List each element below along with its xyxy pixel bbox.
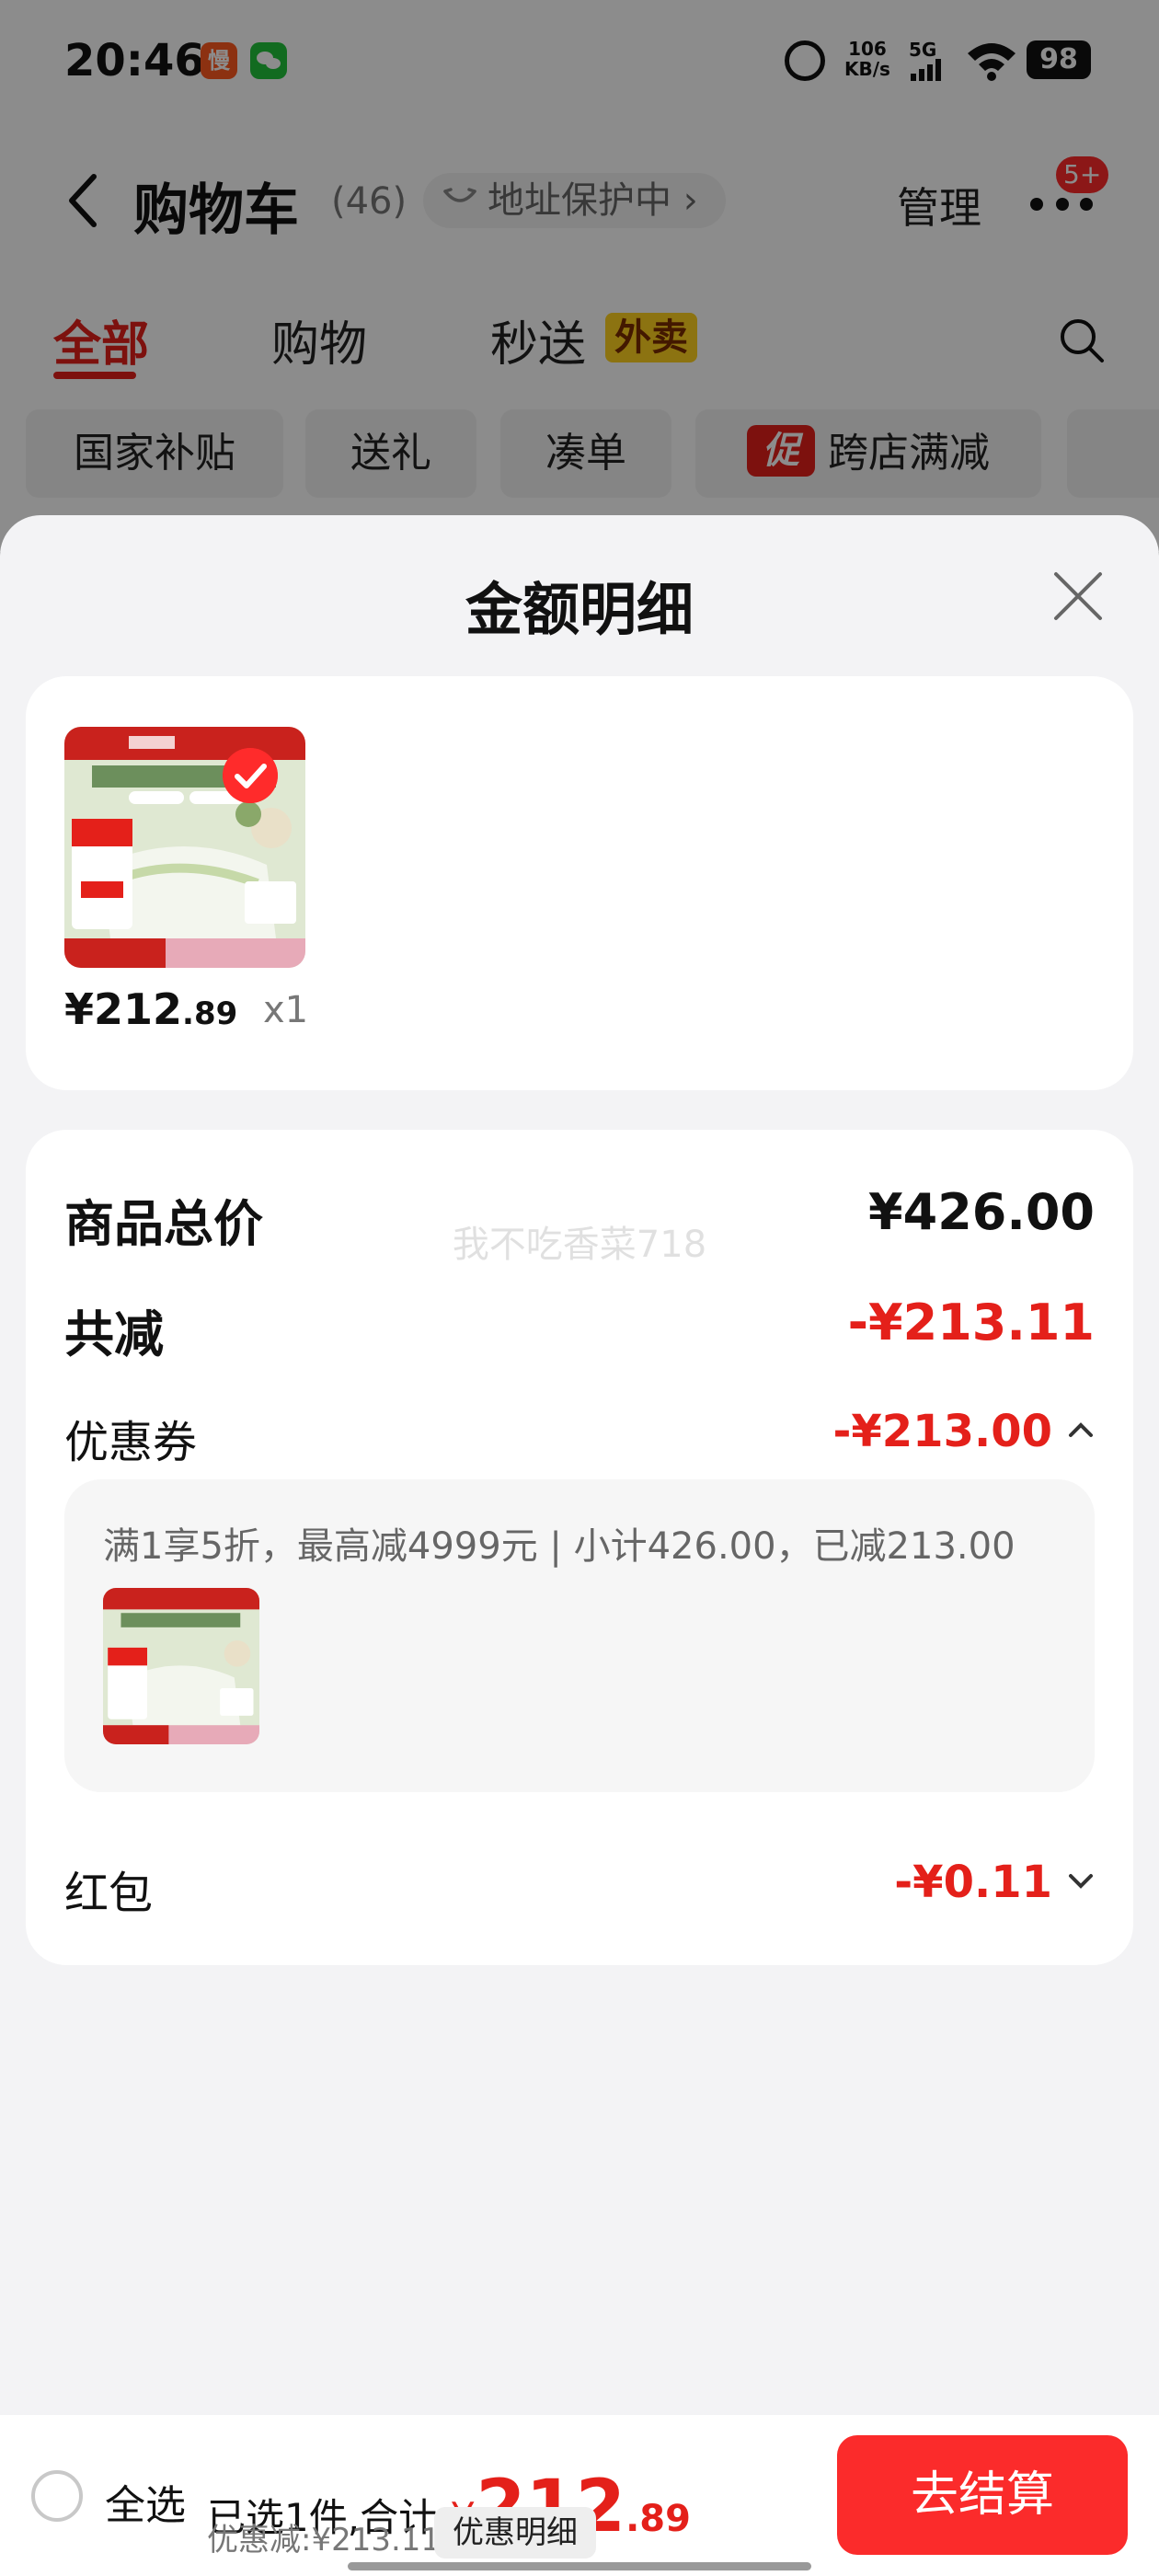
filter-chips: 国家补贴 送礼 凑单 促跨店满减 bbox=[0, 409, 1159, 501]
coupon-detail-box: 满1享5折，最高减4999元 | 小计426.00，已减213.00 bbox=[64, 1479, 1095, 1792]
page-title: 购物车 bbox=[133, 178, 299, 243]
tab-express[interactable]: 秒送 bbox=[490, 305, 586, 374]
coupon-value: -¥213.00 bbox=[832, 1406, 1052, 1457]
address-protection-button[interactable]: 地址保护中 › bbox=[423, 173, 726, 228]
total-price-value: ¥426.00 bbox=[868, 1183, 1095, 1241]
coupon-label: 优惠券 bbox=[64, 1417, 198, 1468]
tab-underline bbox=[53, 372, 136, 379]
battery-icon: 98 bbox=[1027, 40, 1091, 79]
selected-items-card: ¥212.89 x1 bbox=[26, 676, 1133, 1090]
select-all-label[interactable]: 全选 bbox=[105, 2472, 186, 2531]
search-icon[interactable] bbox=[1058, 316, 1106, 364]
check-icon[interactable] bbox=[223, 748, 278, 803]
coupon-product-thumbnail bbox=[103, 1588, 259, 1744]
status-time: 20:46 bbox=[64, 35, 205, 86]
back-icon[interactable] bbox=[64, 173, 101, 228]
discount-summary: 优惠减:¥213.11 bbox=[207, 2522, 442, 2559]
total-reduction-value: -¥213.11 bbox=[847, 1294, 1095, 1351]
chip-national-subsidy[interactable]: 国家补贴 bbox=[26, 409, 283, 498]
red-packet-value: -¥0.11 bbox=[894, 1857, 1052, 1908]
select-all-checkbox[interactable] bbox=[31, 2470, 83, 2522]
more-icon[interactable] bbox=[1030, 198, 1095, 213]
chip-label: 跨店满减 bbox=[828, 430, 990, 477]
message-count-badge: 5+ bbox=[1056, 156, 1109, 193]
tab-all[interactable]: 全部 bbox=[53, 305, 149, 374]
promo-badge: 促 bbox=[747, 425, 815, 477]
coupon-product-image bbox=[103, 1588, 259, 1744]
red-packet-label: 红包 bbox=[64, 1868, 154, 1919]
chip-bundle[interactable]: 凑单 bbox=[500, 409, 671, 498]
coupon-row-toggle[interactable]: -¥213.00 bbox=[832, 1406, 1095, 1457]
wifi-icon bbox=[968, 43, 1016, 81]
item-price: ¥212.89 bbox=[64, 984, 238, 1034]
chip-gift[interactable]: 送礼 bbox=[305, 409, 476, 498]
alarm-icon bbox=[785, 40, 825, 81]
signal-icon bbox=[911, 59, 942, 81]
address-protection-label: 地址保护中 › bbox=[488, 179, 698, 222]
network-type: 5G bbox=[909, 39, 937, 61]
total-price-label: 商品总价 bbox=[64, 1195, 263, 1253]
manage-button[interactable]: 管理 bbox=[897, 175, 981, 236]
coupon-detail-text: 满1享5折，最高减4999元 | 小计426.00，已减213.00 bbox=[103, 1525, 1016, 1568]
tab-shopping[interactable]: 购物 bbox=[271, 305, 367, 374]
cart-count: (46) bbox=[331, 180, 407, 223]
checkout-button[interactable]: 去结算 bbox=[837, 2435, 1128, 2555]
cart-tabs: 全部 购物 秒送 外卖 bbox=[0, 294, 1159, 386]
chip-more[interactable] bbox=[1067, 409, 1159, 498]
amount-detail-sheet: 金额明细 ¥212.89 x1 我不吃香菜718 商品总价 ¥426.00 共减… bbox=[0, 515, 1159, 2576]
net-speed: 106 KB/s bbox=[844, 38, 890, 80]
chip-cross-store-discount[interactable]: 促跨店满减 bbox=[695, 409, 1041, 498]
home-indicator[interactable] bbox=[348, 2562, 811, 2570]
status-bar: 20:46 慢 106 KB/s 5G 98 bbox=[0, 0, 1159, 124]
cart-header: 购物车 (46) 地址保护中 › 管理 5+ bbox=[0, 147, 1159, 258]
sheet-title: 金额明细 bbox=[465, 576, 694, 643]
app-notification-icon: 慢 bbox=[201, 42, 237, 79]
cart-page: 20:46 慢 106 KB/s 5G 98 购物车 (46) 地址保护中 › … bbox=[0, 0, 1159, 552]
discount-detail-button[interactable]: 优惠明细 bbox=[434, 2507, 596, 2559]
wechat-icon bbox=[250, 42, 287, 79]
close-icon[interactable] bbox=[1049, 567, 1107, 626]
red-packet-row-toggle[interactable]: -¥0.11 bbox=[894, 1857, 1095, 1908]
amount-summary-card: 我不吃香菜718 商品总价 ¥426.00 共减 -¥213.11 优惠券 -¥… bbox=[26, 1130, 1133, 1965]
total-reduction-label: 共减 bbox=[64, 1305, 164, 1363]
item-quantity: x1 bbox=[263, 989, 309, 1031]
shield-icon bbox=[443, 188, 476, 202]
checkout-bar: 全选 已选1件,合计:¥212.89 优惠减:¥213.11 优惠明细 去结算 bbox=[0, 2415, 1159, 2576]
takeout-tag: 外卖 bbox=[605, 313, 697, 362]
chevron-down-icon bbox=[1069, 1874, 1093, 1889]
chevron-up-icon bbox=[1069, 1422, 1093, 1437]
